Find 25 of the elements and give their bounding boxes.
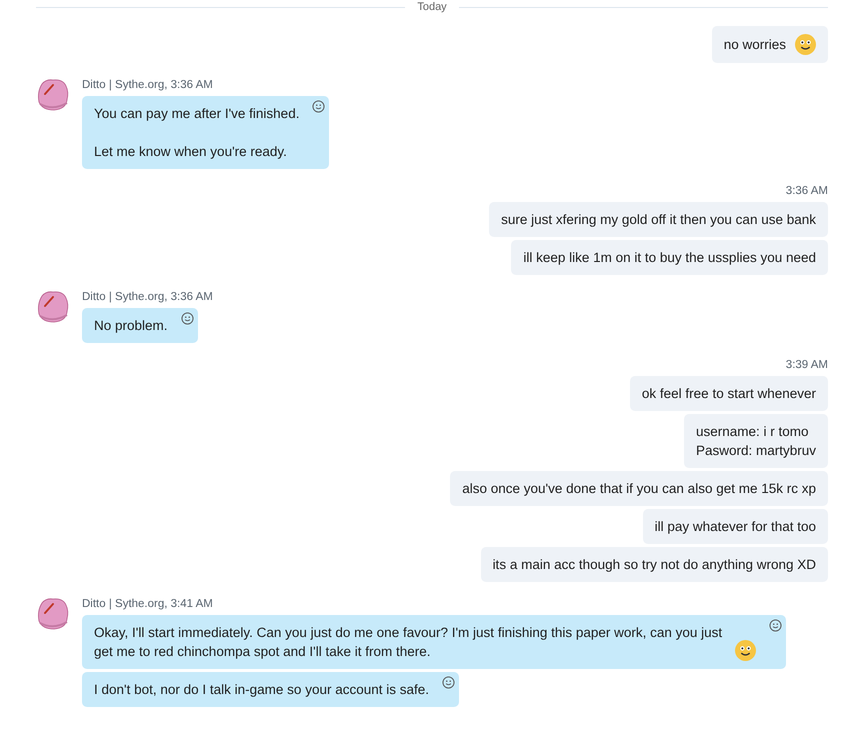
add-reaction-icon[interactable] <box>312 100 326 113</box>
avatar-icon <box>36 78 70 112</box>
avatar-icon <box>36 290 70 324</box>
message-text: I don't bot, nor do I talk in-game so your account is safe. <box>94 681 430 699</box>
add-reaction-icon[interactable] <box>769 619 782 632</box>
date-divider-label: Today <box>417 0 447 14</box>
message-text: no worries <box>724 36 786 54</box>
message-text: sure just xfering my gold off it then you can use bank <box>501 211 816 229</box>
message-text: Okay, I'll start immediately. Can you just do me one favour? I'm just finishing this paper work, can you just get me to red chinchompa spot and I'll take it from there. <box>94 624 724 661</box>
message-text: ill keep like 1m on it to buy the ussplies you need <box>523 249 816 267</box>
message-text: also once you've done that if you can also get me 15k rc xp <box>462 480 816 498</box>
add-reaction-icon[interactable] <box>442 676 456 689</box>
sender-and-time: Ditto | Sythe.org, 3:36 AM <box>82 291 213 304</box>
add-reaction-icon[interactable] <box>180 312 194 325</box>
message-text: ill pay whatever for that too <box>654 518 816 536</box>
message-text: its a main acc though so try not do anything wrong XD <box>492 556 816 574</box>
message-text: No problem. <box>94 317 168 335</box>
message-text: ok feel free to start whenever <box>642 385 816 403</box>
timestamp: 3:39 AM <box>786 359 828 372</box>
sender-and-time: Ditto | Sythe.org, 3:41 AM <box>82 598 213 611</box>
message-text: username: i r tomo Pasword: martybruv <box>696 423 816 460</box>
timestamp: 3:36 AM <box>786 185 828 198</box>
avatar-icon <box>36 597 70 631</box>
message-text: You can pay me after I've finished. Let me know when you're ready. <box>94 105 300 161</box>
sender-and-time: Ditto | Sythe.org, 3:36 AM <box>82 79 213 92</box>
